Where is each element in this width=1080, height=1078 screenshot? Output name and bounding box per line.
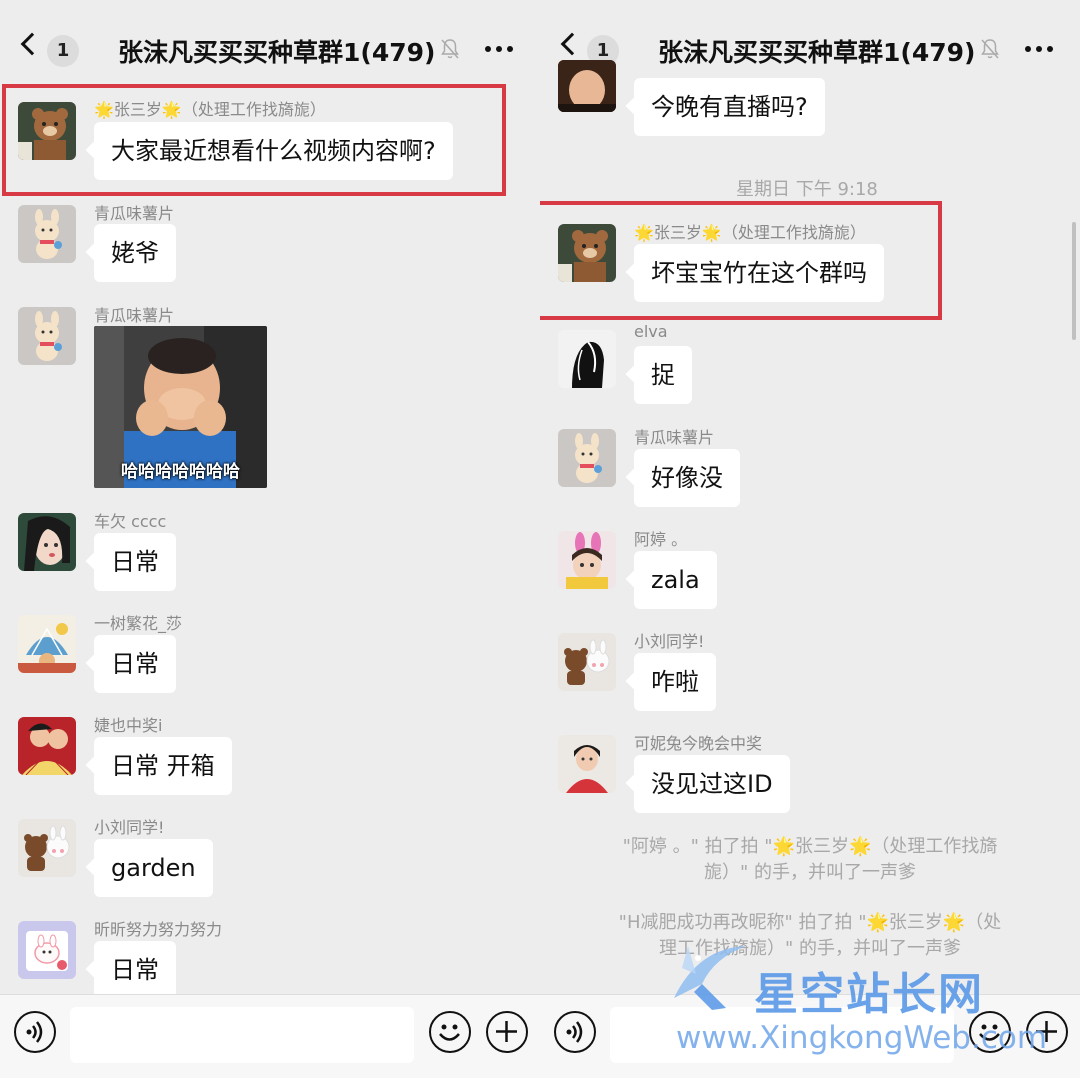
time-divider: 星期日 下午 9:18: [736, 179, 878, 200]
avatar[interactable]: [18, 819, 76, 877]
sender-name: 一树繁花_莎: [94, 614, 183, 633]
sender-name: 小刘同学!: [634, 632, 705, 651]
sender-name: 青瓜味薯片: [94, 204, 175, 223]
more-icon[interactable]: [484, 38, 514, 60]
message-bubble[interactable]: 日常 开箱: [94, 737, 232, 795]
emoji-button[interactable]: [429, 1011, 471, 1053]
message-bubble[interactable]: 坏宝宝竹在这个群吗: [634, 244, 884, 302]
watermark-url: www.XingkongWeb.com: [676, 1020, 1048, 1056]
scrollbar[interactable]: [1072, 222, 1076, 340]
avatar[interactable]: [18, 102, 76, 160]
system-message-line: "H减肥成功再改昵称" 拍了拍 "🌟张三岁🌟（处: [618, 912, 1002, 933]
sender-name: 🌟张三岁🌟（处理工作找旖旎）: [634, 223, 866, 242]
avatar[interactable]: [558, 429, 616, 487]
sticker-caption: 哈哈哈哈哈哈哈: [121, 462, 240, 482]
unread-badge[interactable]: 1: [47, 35, 79, 67]
message-bubble[interactable]: 日常: [94, 635, 176, 693]
chat-title: 张沫凡买买买种草群1(479): [118, 38, 436, 67]
avatar[interactable]: [558, 330, 616, 388]
emoji-icon: [439, 1024, 460, 1041]
sender-name: 昕昕努力努力努力: [94, 920, 223, 939]
avatar[interactable]: [18, 615, 76, 673]
watermark-title: 星空站长网: [754, 969, 984, 1020]
message-bubble[interactable]: 今晚有直播吗?: [634, 78, 825, 136]
avatar[interactable]: [558, 633, 616, 691]
avatar[interactable]: [558, 735, 616, 793]
message-bubble[interactable]: 咋啦: [634, 653, 716, 711]
avatar[interactable]: [558, 60, 616, 112]
avatar[interactable]: [18, 921, 76, 979]
voice-icon: [26, 1021, 43, 1043]
mute-bell-icon: [441, 39, 459, 59]
avatar[interactable]: [558, 531, 616, 589]
system-message-line: "阿婷 。" 拍了拍 "🌟张三岁🌟（处理工作找旖: [622, 836, 998, 857]
system-message: "阿婷 。" 拍了拍 "🌟张三岁🌟（处理工作找旖 旎）" 的手，并叫了一声爹: [574, 834, 1046, 886]
avatar[interactable]: [558, 224, 616, 282]
input-bar: [0, 994, 540, 1078]
avatar[interactable]: [18, 717, 76, 775]
laughing-child-sticker[interactable]: 哈哈哈哈哈哈哈: [94, 326, 267, 488]
message-bubble[interactable]: 日常: [94, 533, 176, 591]
voice-icon: [566, 1021, 583, 1043]
voice-button[interactable]: [554, 1011, 596, 1053]
sender-name: 青瓜味薯片: [94, 306, 175, 325]
back-chevron-icon[interactable]: [20, 32, 44, 56]
sender-name: 婕也中奖i: [94, 716, 163, 735]
system-message-line: 旎）" 的手，并叫了一声爹: [704, 862, 916, 883]
message-bubble[interactable]: 好像没: [634, 449, 740, 507]
sender-name: 可妮兔今晚会中奖: [634, 734, 763, 753]
sender-name: 青瓜味薯片: [634, 428, 715, 447]
sender-name: 🌟张三岁🌟（处理工作找旖旎）: [94, 100, 326, 119]
message-bubble[interactable]: zala: [634, 551, 717, 609]
sender-name: 车欠 cccc: [94, 512, 167, 531]
message-bubble[interactable]: 姥爷: [94, 224, 176, 282]
chat-header: 1 张沫凡买买买种草群1(479): [0, 0, 540, 80]
back-chevron-icon[interactable]: [560, 32, 584, 56]
sender-name: 小刘同学!: [94, 818, 165, 837]
plus-icon: [496, 1021, 517, 1042]
message-bubble[interactable]: 捉: [634, 346, 692, 404]
watermark-logo: [674, 946, 746, 1010]
avatar[interactable]: [18, 513, 76, 571]
plus-button[interactable]: [486, 1011, 528, 1053]
more-icon[interactable]: [1024, 38, 1054, 60]
message-bubble[interactable]: garden: [94, 839, 213, 897]
message-input[interactable]: [70, 1007, 414, 1063]
avatar[interactable]: [18, 205, 76, 263]
sender-name: 阿婷 。: [634, 530, 688, 549]
chat-header: 1 张沫凡买买买种草群1(479): [540, 0, 1080, 80]
chat-title: 张沫凡买买买种草群1(479): [658, 38, 976, 67]
avatar[interactable]: [18, 307, 76, 365]
voice-button[interactable]: [14, 1011, 56, 1053]
mute-bell-icon: [981, 39, 999, 59]
left-chat-screen: 1 张沫凡买买买种草群1(479) 🌟张三岁🌟（处理工作找旖旎） 大家最近想看什…: [0, 0, 540, 1078]
right-chat-screen: 1 张沫凡买买买种草群1(479) 今晚有直播吗? 星期日 下午 9:18 🌟张…: [540, 0, 1080, 1078]
message-bubble[interactable]: 大家最近想看什么视频内容啊?: [94, 122, 453, 180]
sender-name: elva: [634, 322, 668, 341]
message-bubble[interactable]: 日常: [94, 941, 176, 999]
system-message: "H减肥成功再改昵称" 拍了拍 "🌟张三岁🌟（处 理工作找旖旎）" 的手，并叫了…: [574, 910, 1046, 962]
message-bubble[interactable]: 没见过这ID: [634, 755, 790, 813]
